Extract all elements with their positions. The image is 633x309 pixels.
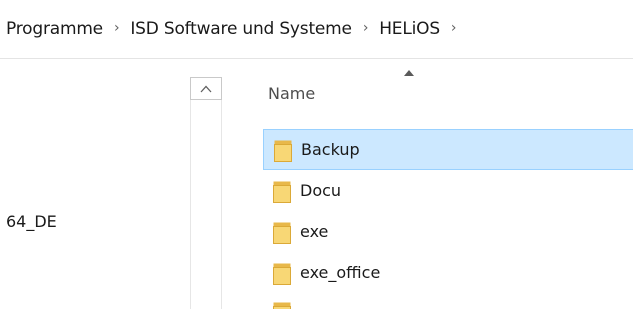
file-list: Backup Docu exe exe_office xyxy=(263,129,633,293)
folder-icon xyxy=(273,261,291,285)
scroll-up-button[interactable] xyxy=(190,77,222,100)
folder-icon xyxy=(274,138,292,162)
nav-scrollbar-track[interactable] xyxy=(190,100,222,309)
list-item-label: exe xyxy=(300,222,329,241)
breadcrumb-item-programme[interactable]: Programme xyxy=(5,17,104,41)
list-item-exe-office[interactable]: exe_office xyxy=(263,252,633,293)
breadcrumb-item-helios[interactable]: HELiOS xyxy=(378,17,441,41)
list-item-backup[interactable]: Backup xyxy=(263,129,633,170)
list-item-label: exe_office xyxy=(300,263,381,282)
breadcrumb: Programme › ISD Software und Systeme › H… xyxy=(0,0,633,58)
nav-item-64-de[interactable]: 64_DE xyxy=(6,212,57,231)
folder-icon xyxy=(273,300,291,309)
column-header-label: Name xyxy=(268,84,316,103)
list-item-exe[interactable]: exe xyxy=(263,211,633,252)
list-item-label: Backup xyxy=(301,140,360,159)
column-header-name[interactable]: Name xyxy=(232,66,633,122)
sort-ascending-icon xyxy=(404,70,414,76)
list-item-label: Docu xyxy=(300,181,342,200)
breadcrumb-item-isd-software[interactable]: ISD Software und Systeme xyxy=(129,17,352,41)
chevron-up-icon xyxy=(200,85,212,92)
breadcrumb-separator-icon[interactable]: › xyxy=(114,20,120,36)
navigation-pane: 64_DE xyxy=(0,59,190,309)
folder-icon xyxy=(273,179,291,203)
list-item-docu[interactable]: Docu xyxy=(263,170,633,211)
breadcrumb-separator-icon[interactable]: › xyxy=(363,20,369,36)
breadcrumb-separator-icon[interactable]: › xyxy=(451,20,457,36)
folder-icon xyxy=(273,220,291,244)
file-explorer-window: Programme › ISD Software und Systeme › H… xyxy=(0,0,633,309)
